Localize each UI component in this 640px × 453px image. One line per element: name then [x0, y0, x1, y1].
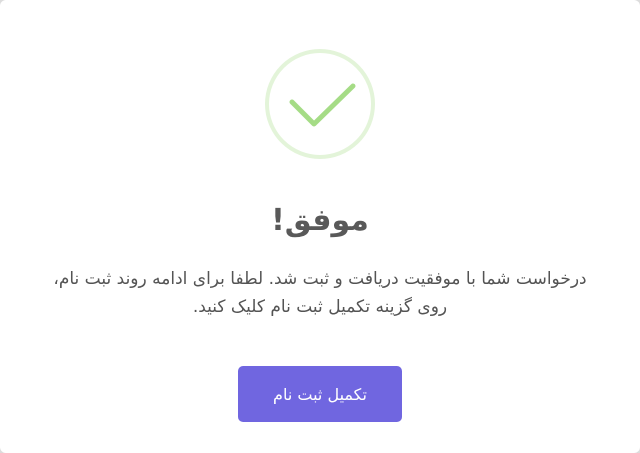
checkmark-icon: [289, 83, 356, 127]
success-dialog: موفق! درخواست شما با موفقیت دریافت و ثبت…: [0, 0, 640, 453]
dialog-title: موفق!: [271, 203, 369, 238]
success-icon: [265, 49, 375, 159]
dialog-message: درخواست شما با موفقیت دریافت و ثبت شد. ل…: [53, 269, 587, 317]
complete-registration-button[interactable]: تکمیل ثبت نام: [238, 366, 402, 422]
